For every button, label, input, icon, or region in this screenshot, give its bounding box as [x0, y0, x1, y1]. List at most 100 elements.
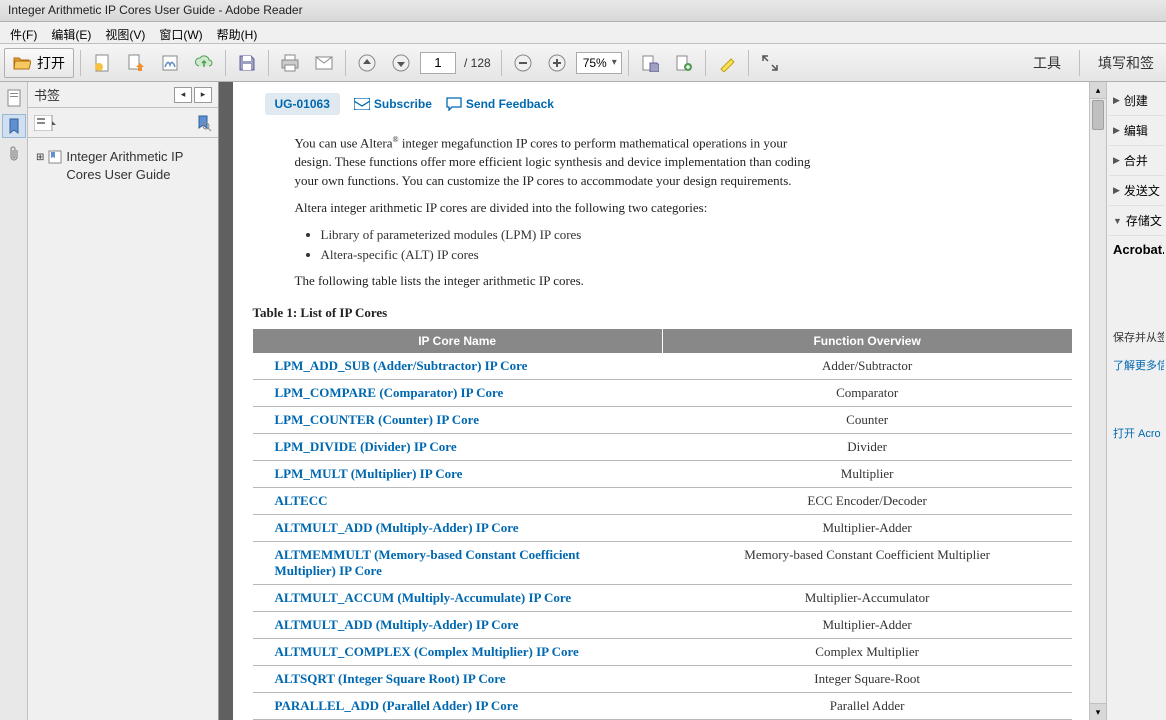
- toolbar-divider: [1079, 50, 1080, 76]
- rss-icon: [354, 98, 370, 110]
- window-title-bar: Integer Arithmetic IP Cores User Guide -…: [0, 0, 1166, 22]
- window-title: Integer Arithmetic IP Cores User Guide -…: [8, 3, 303, 17]
- tools-link[interactable]: 工具: [1025, 49, 1069, 77]
- ip-core-function: Multiplier-Adder: [662, 611, 1072, 638]
- ip-core-link[interactable]: LPM_MULT (Multiplier) IP Core: [253, 460, 663, 487]
- plus-icon: [548, 54, 566, 72]
- save-from-link[interactable]: 保存并从签: [1109, 323, 1164, 351]
- table-header-row: IP Core Name Function Overview: [253, 329, 1073, 353]
- find-bookmark-icon[interactable]: [194, 114, 212, 132]
- sidebar-next-button[interactable]: ▸: [194, 87, 212, 103]
- ip-core-function: ECC Encoder/Decoder: [662, 487, 1072, 514]
- zoom-in-button[interactable]: [542, 48, 572, 78]
- ip-core-function: Divider: [662, 433, 1072, 460]
- options-menu-icon[interactable]: [34, 115, 56, 131]
- fill-sign-link[interactable]: 填写和签: [1090, 49, 1162, 77]
- intro-paragraph-2: Altera integer arithmetic IP cores are d…: [295, 199, 815, 218]
- table-row: PARALLEL_ADD (Parallel Adder) IP CorePar…: [253, 692, 1073, 719]
- save-copy-button[interactable]: [635, 48, 665, 78]
- doc-header-bar: UG-01063 Subscribe Send Feedback: [253, 82, 1073, 126]
- open-acrobat-link[interactable]: 打开 Acro: [1109, 419, 1164, 447]
- menu-window[interactable]: 窗口(W): [153, 24, 208, 41]
- attachments-tab[interactable]: [2, 142, 26, 166]
- learn-more-link[interactable]: 了解更多信: [1109, 351, 1164, 379]
- ip-core-function: Multiplier: [662, 460, 1072, 487]
- tree-root-item[interactable]: ⊞ Integer Arithmetic IP Cores User Guide: [32, 146, 214, 186]
- ip-core-link[interactable]: ALTMULT_ADD (Multiply-Adder) IP Core: [253, 514, 663, 541]
- ip-core-function: Integer Square-Root: [662, 665, 1072, 692]
- panel-create[interactable]: ▶创建: [1109, 86, 1164, 116]
- toolbar-divider: [501, 50, 502, 76]
- signature-icon: [160, 53, 180, 73]
- toolbar-divider: [80, 50, 81, 76]
- ip-core-link[interactable]: ALTMULT_COMPLEX (Complex Multiplier) IP …: [253, 638, 663, 665]
- sign-button[interactable]: [155, 48, 185, 78]
- menu-file[interactable]: 件(F): [4, 24, 43, 41]
- menu-help[interactable]: 帮助(H): [211, 24, 264, 41]
- panel-store[interactable]: ▼存储文: [1109, 206, 1164, 236]
- arrow-up-icon: [358, 54, 376, 72]
- prev-page-button[interactable]: [352, 48, 382, 78]
- sidebar-header: 书签 ◂ ▸: [28, 82, 218, 108]
- floppy-icon: [238, 54, 256, 72]
- open-button[interactable]: 打开: [4, 48, 74, 78]
- panel-send[interactable]: ▶发送文: [1109, 176, 1164, 206]
- zoom-out-button[interactable]: [508, 48, 538, 78]
- envelope-icon: [314, 55, 334, 71]
- highlight-button[interactable]: [712, 48, 742, 78]
- page-thumb-icon: [6, 89, 22, 107]
- panel-edit[interactable]: ▶编辑: [1109, 116, 1164, 146]
- snapshot-button[interactable]: [669, 48, 699, 78]
- create-pdf-button[interactable]: [87, 48, 117, 78]
- category-list: Library of parameterized modules (LPM) I…: [321, 226, 1073, 264]
- read-mode-button[interactable]: [755, 48, 785, 78]
- ip-core-function: Memory-based Constant Coefficient Multip…: [662, 541, 1072, 584]
- table-row: LPM_COMPARE (Comparator) IP CoreComparat…: [253, 379, 1073, 406]
- page-number-input[interactable]: [420, 52, 456, 74]
- save-button[interactable]: [232, 48, 262, 78]
- table-row: ALTSQRT (Integer Square Root) IP CoreInt…: [253, 665, 1073, 692]
- convert-pdf-button[interactable]: [121, 48, 151, 78]
- bookmarks-tab[interactable]: [2, 114, 26, 138]
- scroll-thumb[interactable]: [1092, 100, 1104, 130]
- ip-core-link[interactable]: LPM_COUNTER (Counter) IP Core: [253, 406, 663, 433]
- ip-core-link[interactable]: ALTECC: [253, 487, 663, 514]
- chevron-down-icon: ▼: [1113, 216, 1122, 226]
- print-button[interactable]: [275, 48, 305, 78]
- ip-core-link[interactable]: LPM_COMPARE (Comparator) IP Core: [253, 379, 663, 406]
- email-button[interactable]: [309, 48, 339, 78]
- doc-id-badge: UG-01063: [265, 93, 340, 115]
- feedback-link[interactable]: Send Feedback: [446, 97, 554, 111]
- bookmarks-sidebar: 书签 ◂ ▸ ⊞ Integer Arithmetic IP Cores Use…: [28, 82, 219, 720]
- expand-toggle-icon[interactable]: ⊞: [36, 148, 44, 163]
- chevron-right-icon: ▶: [1113, 125, 1120, 136]
- pdf-page: UG-01063 Subscribe Send Feedback You can…: [233, 82, 1093, 720]
- ip-core-link[interactable]: ALTMULT_ACCUM (Multiply-Accumulate) IP C…: [253, 584, 663, 611]
- upload-button[interactable]: [189, 48, 219, 78]
- menu-edit[interactable]: 编辑(E): [45, 24, 97, 41]
- toolbar-divider: [628, 50, 629, 76]
- ip-core-link[interactable]: PARALLEL_ADD (Parallel Adder) IP Core: [253, 692, 663, 719]
- folder-open-icon: [13, 55, 31, 71]
- sidebar-prev-button[interactable]: ◂: [174, 87, 192, 103]
- ip-core-link[interactable]: LPM_DIVIDE (Divider) IP Core: [253, 433, 663, 460]
- table-row: LPM_MULT (Multiplier) IP CoreMultiplier: [253, 460, 1073, 487]
- intro-paragraph-1: You can use Altera® integer megafunction…: [295, 134, 815, 191]
- ip-core-link[interactable]: ALTSQRT (Integer Square Root) IP Core: [253, 665, 663, 692]
- panel-merge[interactable]: ▶合并: [1109, 146, 1164, 176]
- menu-view[interactable]: 视图(V): [99, 24, 151, 41]
- document-viewport[interactable]: UG-01063 Subscribe Send Feedback You can…: [219, 82, 1106, 720]
- subscribe-link[interactable]: Subscribe: [354, 97, 432, 111]
- chevron-right-icon: ▶: [1113, 155, 1120, 166]
- cloud-up-icon: [194, 53, 214, 73]
- next-page-button[interactable]: [386, 48, 416, 78]
- ip-core-link[interactable]: LPM_ADD_SUB (Adder/Subtractor) IP Core: [253, 353, 663, 380]
- category-item: Altera-specific (ALT) IP cores: [321, 246, 1073, 264]
- vertical-scrollbar[interactable]: [1089, 82, 1106, 720]
- ip-core-link[interactable]: ALTMULT_ADD (Multiply-Adder) IP Core: [253, 611, 663, 638]
- zoom-level-select[interactable]: 75%: [576, 52, 622, 74]
- col-header-name: IP Core Name: [253, 329, 663, 353]
- ip-core-link[interactable]: ALTMEMMULT (Memory-based Constant Coeffi…: [253, 541, 663, 584]
- page-sun-icon: [92, 53, 112, 73]
- thumbnails-tab[interactable]: [2, 86, 26, 110]
